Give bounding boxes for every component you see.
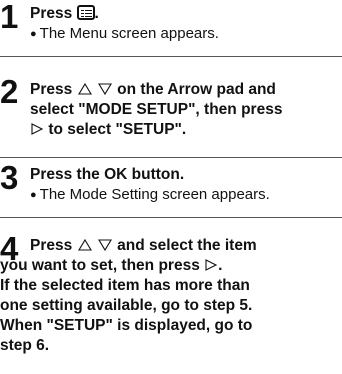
arrow-down-icon xyxy=(97,83,112,96)
step-body: Press . ● The Menu screen appears. xyxy=(30,4,340,44)
step-instruction-line: one setting available, go to step 5. xyxy=(0,297,253,314)
arrow-right-icon xyxy=(31,123,44,135)
step-body: Press the OK button. ● The Mode Setting s… xyxy=(30,165,340,205)
arrow-up-icon xyxy=(77,238,92,251)
step-instruction-line: If the selected item has more than xyxy=(0,277,250,294)
step-result: ● The Menu screen appears. xyxy=(30,25,219,42)
step-instruction: Press and select the item xyxy=(30,237,257,254)
arrow-right-icon xyxy=(205,259,218,271)
bullet-icon: ● xyxy=(30,189,37,201)
step-number: 2 xyxy=(0,73,19,110)
step-instruction: Press . xyxy=(30,5,99,22)
divider xyxy=(0,217,342,218)
bullet-icon: ● xyxy=(30,28,37,40)
arrow-down-icon xyxy=(97,239,112,252)
step-instruction-line: to select "SETUP". xyxy=(30,120,340,140)
step-number: 3 xyxy=(0,159,19,196)
arrow-up-icon xyxy=(77,82,92,95)
divider xyxy=(0,157,342,158)
step-number: 1 xyxy=(0,0,19,35)
step-body: Press on the Arrow pad and select "MODE … xyxy=(30,80,340,140)
step-instruction-line: you want to set, then press . xyxy=(0,257,223,274)
menu-button-icon xyxy=(76,5,95,20)
step-instruction: Press the OK button. xyxy=(30,166,185,183)
step-instruction-line: When "SETUP" is displayed, go to xyxy=(0,317,253,334)
step-instruction-line: step 6. xyxy=(0,337,50,354)
step-body: Press and select the item you want to se… xyxy=(0,236,340,356)
step-instruction: Press on the Arrow pad and xyxy=(30,81,276,98)
step-result: ● The Mode Setting screen appears. xyxy=(30,186,270,203)
divider xyxy=(0,56,342,57)
step-instruction-line: select "MODE SETUP", then press xyxy=(30,101,283,118)
